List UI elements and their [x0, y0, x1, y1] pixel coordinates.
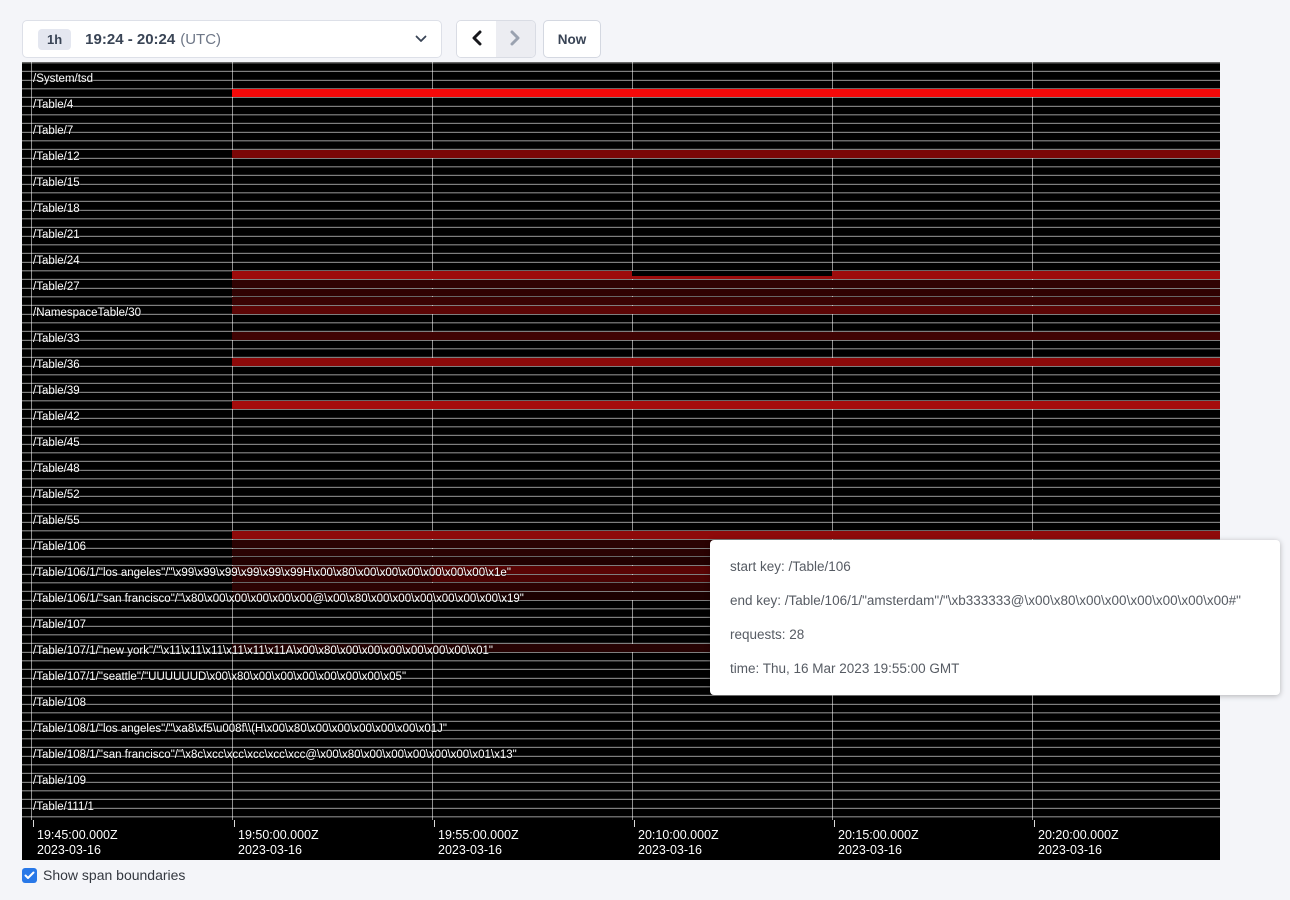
chevron-down-icon: [415, 35, 427, 43]
span-key-label: /Table/42: [33, 411, 80, 423]
span-key-label: /Table/52: [33, 489, 80, 501]
span-key-label: /Table/33: [33, 333, 80, 345]
heat-band: [232, 280, 1220, 288]
span-key-label: /Table/27: [33, 281, 80, 293]
time-gridline: [832, 62, 833, 820]
time-gridline: [632, 62, 633, 820]
heat-band: [232, 401, 1220, 409]
checkbox-checked-icon[interactable]: [22, 868, 37, 883]
span-key-label: /Table/55: [33, 515, 80, 527]
span-key-label: /Table/7: [33, 125, 73, 137]
time-window-badge: 1h: [38, 29, 71, 50]
span-key-label: /Table/24: [33, 255, 80, 267]
span-key-label: /Table/21: [33, 229, 80, 241]
heat-band: [232, 289, 1220, 297]
span-key-label: /System/tsd: [33, 73, 93, 85]
tooltip-requests: requests: 28: [730, 618, 1266, 652]
span-key-label: /Table/108/1/"san francisco"/"\x8c\xcc\x…: [33, 749, 517, 761]
time-zone-text: (UTC): [180, 31, 221, 48]
axis-tick-label: 19:55:00.000Z2023-03-16: [438, 828, 519, 858]
heat-band: [232, 358, 1220, 366]
span-key-label: /Table/109: [33, 775, 86, 787]
time-gridline: [1032, 62, 1033, 820]
span-key-label: /Table/107: [33, 619, 86, 631]
span-key-label: /Table/111/1: [33, 801, 94, 813]
span-key-label: /Table/18: [33, 203, 80, 215]
span-key-label: /NamespaceTable/30: [33, 307, 141, 319]
span-key-label: /Table/4: [33, 99, 73, 111]
axis-tick-label: 20:15:00.000Z2023-03-16: [838, 828, 919, 858]
tooltip-start-key: start key: /Table/106: [730, 550, 1266, 584]
time-gridline: [432, 62, 433, 820]
time-range-selector[interactable]: 1h 19:24 - 20:24 (UTC): [22, 20, 442, 58]
tooltip-end-key: end key: /Table/106/1/"amsterdam"/"\xb33…: [730, 584, 1266, 618]
key-visualizer-heatmap[interactable]: /System/tsd/Table/4/Table/7/Table/12/Tab…: [22, 62, 1220, 860]
span-key-label: /Table/106: [33, 541, 86, 553]
prev-time-button[interactable]: [457, 21, 496, 57]
show-span-boundaries-toggle[interactable]: Show span boundaries: [22, 867, 185, 883]
span-key-label: /Table/45: [33, 437, 80, 449]
show-span-boundaries-label: Show span boundaries: [43, 867, 185, 883]
axis-tick: [33, 820, 34, 827]
next-time-button[interactable]: [496, 21, 535, 57]
heat-band: [232, 271, 1220, 279]
axis-tick: [634, 820, 635, 827]
axis-tick-label: 19:45:00.000Z2023-03-16: [37, 828, 118, 858]
chevron-right-icon: [509, 30, 522, 49]
span-key-label: /Table/108: [33, 697, 86, 709]
heat-band: [232, 297, 1220, 305]
span-key-label: /Table/39: [33, 385, 80, 397]
heat-band: [232, 332, 1220, 340]
span-key-label: /Table/12: [33, 151, 80, 163]
axis-tick: [1034, 820, 1035, 827]
tooltip-time: time: Thu, 16 Mar 2023 19:55:00 GMT: [730, 652, 1266, 686]
span-key-label: /Table/107/1/"new york"/"\x11\x11\x11\x1…: [33, 645, 493, 657]
heat-band: [232, 575, 432, 583]
axis-tick-label: 19:50:00.000Z2023-03-16: [238, 828, 319, 858]
time-nav-group: [456, 20, 536, 58]
axis-tick-label: 20:20:00.000Z2023-03-16: [1038, 828, 1119, 858]
chevron-left-icon: [470, 30, 483, 49]
time-range-text: 19:24 - 20:24: [85, 31, 175, 48]
heat-band: [232, 566, 432, 574]
span-boundary-lines: [22, 62, 1220, 821]
span-key-label: /Table/107/1/"seattle"/"UUUUUUD\x00\x80\…: [33, 671, 406, 683]
heat-band: [232, 306, 1220, 314]
heat-band: [232, 89, 1220, 97]
axis-tick-label: 20:10:00.000Z2023-03-16: [638, 828, 719, 858]
heat-band: [232, 531, 1220, 539]
span-key-label: /Table/108/1/"los angeles"/"\xa8\xf5\u00…: [33, 723, 447, 735]
span-key-label: /Table/48: [33, 463, 80, 475]
heat-band: [232, 150, 1220, 158]
axis-tick: [434, 820, 435, 827]
span-key-label: /Table/106/1/"los angeles"/"\x99\x99\x99…: [33, 567, 511, 579]
axis-tick: [834, 820, 835, 827]
heat-band-gap: [632, 271, 832, 275]
bucket-tooltip: start key: /Table/106 end key: /Table/10…: [710, 540, 1280, 695]
time-gridline: [232, 62, 233, 820]
time-gridline: [31, 62, 32, 820]
axis-tick: [234, 820, 235, 827]
span-key-label: /Table/15: [33, 177, 80, 189]
now-button[interactable]: Now: [543, 20, 601, 58]
span-key-label: /Table/36: [33, 359, 80, 371]
span-key-label: /Table/106/1/"san francisco"/"\x80\x00\x…: [33, 593, 524, 605]
